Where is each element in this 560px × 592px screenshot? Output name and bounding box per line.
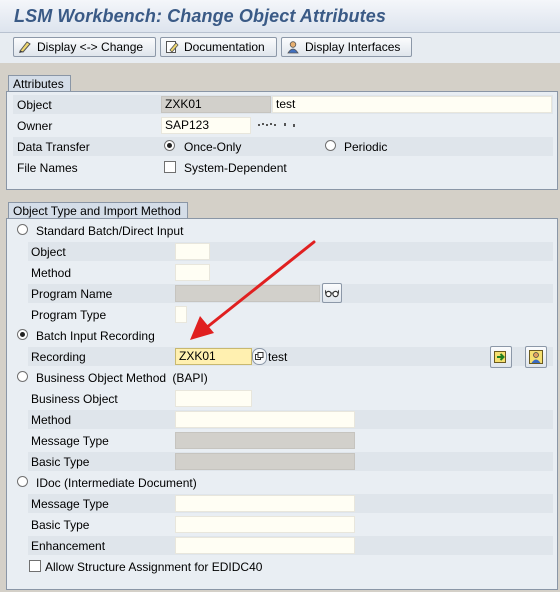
bapi-method-field[interactable] xyxy=(175,411,355,428)
recording-user-button[interactable] xyxy=(525,346,547,368)
business-object-label: Business Object xyxy=(31,392,118,406)
bapi-radio[interactable] xyxy=(17,371,28,382)
allow-structure-checkbox[interactable] xyxy=(29,560,41,572)
batch-input-recording-label: Batch Input Recording xyxy=(36,329,155,343)
display-interfaces-label: Display Interfaces xyxy=(305,40,401,54)
bapi-label-suffix: (BAPI) xyxy=(172,371,208,385)
owner-label: Owner xyxy=(17,119,53,133)
bapi-label-main: Business Object Method xyxy=(36,371,167,385)
display-change-button[interactable]: Display <-> Change xyxy=(13,37,156,57)
bapi-basic-type-label: Basic Type xyxy=(31,455,90,469)
display-change-label: Display <-> Change xyxy=(37,40,144,54)
idoc-enhancement-label: Enhancement xyxy=(31,539,106,553)
arrow-document-icon xyxy=(494,351,506,363)
periodic-label: Periodic xyxy=(344,140,388,154)
recording-field[interactable]: ZXK01 xyxy=(175,348,252,365)
std-method-label: Method xyxy=(31,266,72,280)
once-only-radio[interactable] xyxy=(164,140,175,151)
person-icon xyxy=(529,350,543,364)
object-description-field[interactable]: test xyxy=(272,96,552,113)
object-field[interactable]: ZXK01 xyxy=(161,96,271,113)
annotation-arrow xyxy=(190,240,316,340)
file-names-label: File Names xyxy=(17,161,78,175)
bapi-message-type-label: Message Type xyxy=(31,434,109,448)
object-label: Object xyxy=(17,98,52,112)
system-dependent-checkbox[interactable] xyxy=(164,161,176,173)
data-transfer-label: Data Transfer xyxy=(17,140,90,154)
attributes-group-title: Attributes xyxy=(8,75,71,91)
pencil-glasses-icon xyxy=(19,41,31,53)
periodic-radio[interactable] xyxy=(325,140,336,151)
glasses-icon xyxy=(325,289,339,298)
idoc-message-type-label: Message Type xyxy=(31,497,109,511)
recording-overview-button[interactable] xyxy=(490,346,512,368)
idoc-radio[interactable] xyxy=(17,476,28,487)
business-object-field[interactable] xyxy=(175,390,252,407)
recording-description: test xyxy=(268,350,288,364)
system-dependent-label: System-Dependent xyxy=(184,161,287,175)
import-method-group-title: Object Type and Import Method xyxy=(8,202,188,218)
data-transfer-row xyxy=(13,137,553,156)
documentation-button[interactable]: Documentation xyxy=(160,37,277,57)
standard-batch-radio[interactable] xyxy=(17,224,28,235)
idoc-message-type-field[interactable] xyxy=(175,495,355,512)
recording-label: Recording xyxy=(31,350,86,364)
bapi-basic-type-field[interactable] xyxy=(175,453,355,470)
bapi-method-label: Method xyxy=(31,413,72,427)
idoc-basic-type-field[interactable] xyxy=(175,516,355,533)
std-object-label: Object xyxy=(31,245,66,259)
documentation-label: Documentation xyxy=(184,40,265,54)
program-type-label: Program Type xyxy=(31,308,107,322)
owner-field[interactable]: SAP123 xyxy=(161,117,251,134)
once-only-label: Once-Only xyxy=(184,140,242,154)
redacted-owner-name xyxy=(258,123,295,127)
bapi-message-type-field[interactable] xyxy=(175,432,355,449)
allow-structure-label: Allow Structure Assignment for EDIDC40 xyxy=(45,560,263,574)
bapi-label: Business Object Method (BAPI) xyxy=(36,371,208,385)
idoc-label: IDoc (Intermediate Document) xyxy=(36,476,197,490)
idoc-enhancement-field[interactable] xyxy=(175,537,355,554)
page-title: LSM Workbench: Change Object Attributes xyxy=(14,6,386,26)
program-name-label: Program Name xyxy=(31,287,113,301)
value-help-icon xyxy=(255,352,264,360)
idoc-basic-type-label: Basic Type xyxy=(31,518,90,532)
display-interfaces-button[interactable]: Display Interfaces xyxy=(281,37,412,57)
batch-input-recording-radio[interactable] xyxy=(17,329,28,340)
recording-row xyxy=(28,347,553,366)
person-interface-icon xyxy=(287,41,299,54)
recording-value-help-button[interactable] xyxy=(252,348,267,365)
display-program-button[interactable] xyxy=(322,283,342,303)
document-pencil-icon xyxy=(166,41,179,53)
standard-batch-label: Standard Batch/Direct Input xyxy=(36,224,184,238)
